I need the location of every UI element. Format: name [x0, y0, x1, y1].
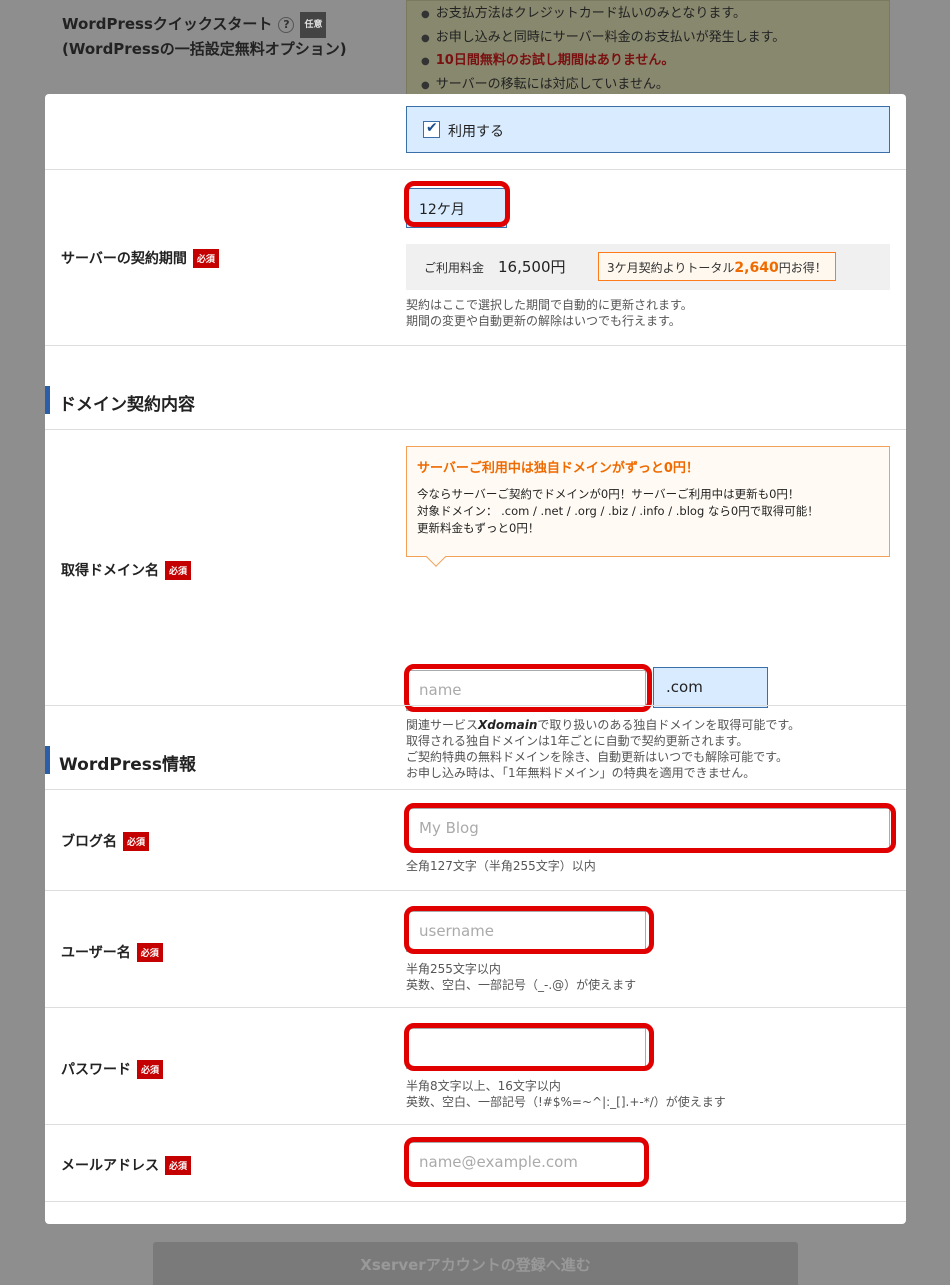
savings-amount: 2,640: [734, 260, 779, 276]
contract-help-line: 期間の変更や自動更新の解除はいつでも行えます。: [406, 314, 681, 328]
highlight-ring: [404, 803, 896, 853]
optional-badge: 任意: [300, 12, 327, 38]
password-label: パスワード 必須: [61, 1059, 164, 1079]
tld-select[interactable]: .com: [653, 667, 768, 708]
blog-row: ブログ名 必須 My Blog 全角127文字（半角255文字）以内: [45, 790, 906, 891]
savings-prefix: 3ケ月契約よりトータル: [607, 261, 735, 275]
contract-label-text: サーバーの契約期間: [61, 251, 187, 267]
blog-help: 全角127文字（半角255文字）以内: [406, 859, 596, 873]
help-icon[interactable]: ?: [278, 17, 295, 33]
contract-row: サーバーの契約期間 必須 12ケ月 ご利用料金 16,500円 3ケ月契約よりトー…: [45, 94, 906, 346]
required-badge: 必須: [192, 249, 219, 268]
domain-label: 取得ドメイン名 必須: [61, 560, 192, 580]
user-help: 半角255文字以内 英数、空白、一部記号（_-.@）が使えます: [406, 961, 636, 993]
user-row: ユーザー名 必須 username 半角255文字以内 英数、空白、一部記号（_-…: [45, 891, 906, 1008]
required-badge: 必須: [165, 1156, 192, 1175]
user-label: ユーザー名 必須: [61, 942, 163, 962]
contract-help: 契約はここで選択した期間で自動的に更新されます。 期間の変更や自動更新の解除はい…: [406, 297, 693, 329]
email-label: メールアドレス 必須: [61, 1155, 192, 1175]
contract-label: サーバーの契約期間 必須: [61, 248, 219, 268]
domain-label-text: 取得ドメイン名: [61, 563, 159, 579]
domain-section-title: ドメイン契約内容: [45, 346, 906, 430]
price-box: ご利用料金 16,500円 3ケ月契約よりトータル2,640円お得！: [406, 244, 890, 290]
promo-title: サーバーご利用中は独自ドメインがずっと0円！: [417, 461, 699, 476]
next-step-button[interactable]: Xserverアカウントの登録へ進む: [153, 1242, 798, 1285]
required-badge: 必須: [136, 943, 163, 962]
highlight-ring: [404, 1137, 649, 1187]
promo-line: 今ならサーバーご契約でドメインが0円！サーバーご利用中は更新も0円！: [417, 487, 800, 501]
blog-label-text: ブログ名: [61, 834, 117, 850]
domain-promo: サーバーご利用中は独自ドメインがずっと0円！ 今ならサーバーご契約でドメインが0…: [406, 446, 890, 567]
contract-help-line: 契約はここで選択した期間で自動的に更新されます。: [406, 298, 693, 312]
user-help-line: 英数、空白、一部記号（_-.@）が使えます: [406, 978, 637, 992]
quickstart-subtitle: (WordPressの一括設定無料オプション): [62, 40, 347, 58]
highlight-ring: [404, 906, 654, 954]
domain-row: 取得ドメイン名 必須 サーバーご利用中は独自ドメインがずっと0円！ 今ならサーバー…: [45, 430, 906, 780]
domain-section-heading: ドメイン契約内容: [59, 395, 195, 415]
password-help-line: 英数、空白、一部記号（!#$%=~^|:_[].+-*/）が使えます: [406, 1095, 726, 1109]
email-row: メールアドレス 必須 name@example.com: [45, 1125, 906, 1202]
password-help: 半角8文字以上、16文字以内 英数、空白、一部記号（!#$%=~^|:_[].+…: [406, 1078, 726, 1110]
wp-section-heading: WordPress情報: [59, 755, 196, 775]
signup-panel: 利用する サーバーの契約期間必須 12ケ月 ご利用料金 16,500円 3ケ月契…: [45, 94, 906, 1224]
price-value: 16,500円: [498, 258, 566, 276]
blog-label: ブログ名 必須: [61, 831, 150, 851]
required-badge: 必須: [137, 1060, 164, 1079]
promo-line: 対象ドメイン： .com / .net / .org / .biz / .inf…: [417, 504, 819, 518]
user-help-line: 半角255文字以内: [406, 962, 501, 976]
notice-item-warning: 10日間無料のお試し期間はありません。: [421, 50, 875, 74]
wp-section-title: WordPress情報: [45, 706, 906, 790]
email-label-text: メールアドレス: [61, 1158, 159, 1174]
savings-suffix: 円お得！: [778, 261, 827, 275]
quickstart-label: WordPressクイックスタート? 任意 (WordPressの一括設定無料オプ…: [62, 12, 347, 60]
price-label: ご利用料金: [424, 261, 485, 275]
password-help-line: 半角8文字以上、16文字以内: [406, 1079, 561, 1093]
user-label-text: ユーザー名: [61, 945, 131, 961]
notice-item: お支払方法はクレジットカード払いのみとなります。: [421, 3, 875, 27]
required-badge: 必須: [165, 561, 192, 580]
savings-badge: 3ケ月契約よりトータル2,640円お得！: [598, 252, 836, 281]
quickstart-title: WordPressクイックスタート: [62, 15, 273, 33]
notice-item: お申し込みと同時にサーバー料金のお支払いが発生します。: [421, 27, 875, 51]
quickstart-header: WordPressクイックスタート? 任意 (WordPressの一括設定無料オプ…: [0, 0, 950, 100]
promo-line: 更新料金もずっと0円！: [417, 521, 540, 535]
highlight-ring: [404, 181, 510, 227]
required-badge: 必須: [123, 832, 150, 851]
password-label-text: パスワード: [61, 1062, 131, 1078]
promo-tail: [426, 547, 446, 567]
highlight-ring: [404, 1023, 654, 1071]
quickstart-notice: お支払方法はクレジットカード払いのみとなります。 お申し込みと同時にサーバー料金…: [406, 0, 890, 100]
divider: [45, 169, 906, 170]
password-row: パスワード 必須 半角8文字以上、16文字以内 英数、空白、一部記号（!#$%=~…: [45, 1008, 906, 1125]
